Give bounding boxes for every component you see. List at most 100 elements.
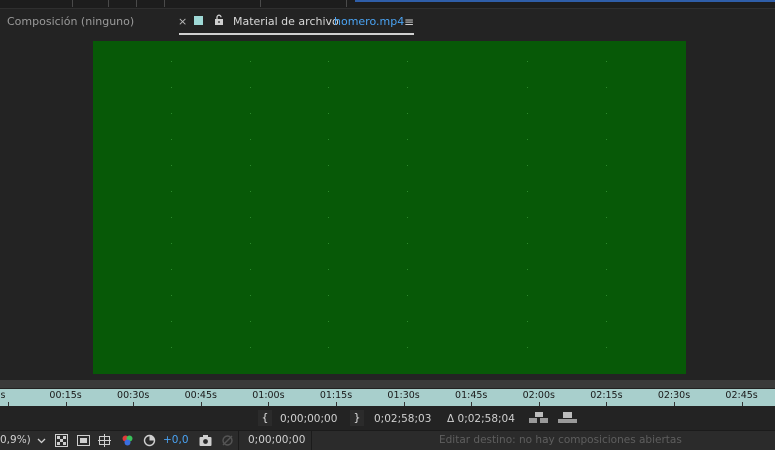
frame-noise-dot — [328, 321, 329, 322]
frame-noise-dot — [328, 217, 329, 218]
frame-noise-dot — [171, 295, 172, 296]
strip-divider — [260, 0, 261, 7]
frame-noise-dot — [328, 347, 329, 348]
frame-noise-dot — [250, 87, 251, 88]
frame-noise-dot — [527, 87, 528, 88]
strip-divider — [72, 0, 73, 7]
frame-noise-dot — [328, 61, 329, 62]
time-ruler[interactable]: s 00:15s 00:30s 00:45s 01:00s 01:15s 01:30s 01:… — [0, 388, 775, 406]
magnification-value[interactable]: 0,9%) — [0, 434, 31, 446]
frame-noise-dot — [606, 165, 607, 166]
color-channels-icon[interactable] — [121, 434, 134, 447]
viewer-bottom-toolbar: 0,9%) +0,0 0;00;00;00 Editar destino: no… — [0, 430, 775, 450]
footage-file-dropdown[interactable]: homero.mp4 — [334, 15, 404, 28]
duration-time: Δ 0;02;58;04 — [447, 413, 515, 425]
safe-areas-icon[interactable] — [98, 434, 111, 447]
frame-noise-dot — [527, 61, 528, 62]
frame-noise-dot — [171, 217, 172, 218]
frame-noise-dot — [250, 113, 251, 114]
frame-noise-dot — [407, 243, 408, 244]
current-time-value[interactable]: 0;00;00;00 — [248, 434, 305, 446]
ruler-tick-label: 00:45s — [184, 390, 217, 401]
strip-divider — [346, 0, 347, 7]
ruler-tick-label: 02:30s — [657, 390, 691, 401]
reset-exposure-icon[interactable] — [143, 434, 156, 447]
frame-noise-dot — [606, 269, 607, 270]
frame-noise-dot — [250, 243, 251, 244]
ruler-tick-label: 02:45s — [725, 390, 758, 401]
tab-composition[interactable]: Composición (ninguno) — [7, 15, 134, 28]
panel-focus-accent — [355, 0, 775, 2]
footage-frame[interactable] — [93, 41, 686, 374]
ruler-tick-label: 00:15s — [49, 390, 82, 401]
frame-noise-dot — [328, 243, 329, 244]
frame-noise-dot — [171, 321, 172, 322]
edit-target-status: Editar destino: no hay composiciones abi… — [439, 434, 682, 446]
frame-noise-dot — [407, 87, 408, 88]
frame-noise-dot — [407, 321, 408, 322]
label-color-swatch[interactable] — [194, 16, 203, 25]
frame-noise-dot — [171, 113, 172, 114]
frame-noise-dot — [250, 139, 251, 140]
show-snapshot-icon[interactable] — [221, 434, 234, 447]
strip-divider — [136, 0, 137, 7]
out-point-bracket-icon[interactable]: } — [350, 410, 364, 426]
in-point-time[interactable]: 0;00;00;00 — [280, 413, 337, 425]
frame-noise-dot — [407, 139, 408, 140]
zoom-dropdown-icon[interactable] — [35, 434, 48, 447]
frame-noise-dot — [527, 347, 528, 348]
frame-noise-dot — [407, 191, 408, 192]
frame-noise-dot — [527, 321, 528, 322]
footage-viewer — [0, 35, 775, 380]
top-panel-strip — [0, 0, 775, 9]
frame-noise-dot — [407, 269, 408, 270]
ruler-tick-label: 01:00s — [252, 390, 285, 401]
frame-noise-dot — [527, 217, 528, 218]
ruler-tick-label: s — [0, 390, 6, 401]
frame-noise-dot — [328, 139, 329, 140]
frame-noise-dot — [250, 191, 251, 192]
frame-noise-dot — [171, 191, 172, 192]
panel-tab-bar: Composición (ninguno) × Material de arch… — [0, 9, 775, 35]
frame-noise-dot — [527, 139, 528, 140]
frame-noise-dot — [606, 87, 607, 88]
close-icon[interactable]: × — [178, 15, 187, 28]
exposure-value[interactable]: +0,0 — [163, 434, 189, 446]
overlay-edit-icon[interactable] — [557, 411, 579, 425]
frame-noise-dot — [171, 61, 172, 62]
frame-noise-dot — [407, 113, 408, 114]
footage-time-controls: { 0;00;00;00 } 0;02;58;03 Δ 0;02;58;04 — [0, 406, 775, 430]
frame-noise-dot — [606, 243, 607, 244]
frame-noise-dot — [606, 113, 607, 114]
frame-noise-dot — [527, 165, 528, 166]
frame-noise-dot — [606, 217, 607, 218]
transparency-grid-icon[interactable] — [55, 434, 68, 447]
frame-noise-dot — [407, 61, 408, 62]
frame-noise-dot — [606, 321, 607, 322]
time-navigator-bar[interactable] — [0, 380, 775, 388]
frame-noise-dot — [407, 217, 408, 218]
frame-noise-dot — [407, 347, 408, 348]
frame-noise-dot — [171, 269, 172, 270]
ruler-tick-label: 00:30s — [117, 390, 150, 401]
current-time-field[interactable]: 0;00;00;00 — [238, 431, 312, 450]
frame-noise-dot — [606, 347, 607, 348]
tab-footage-label[interactable]: Material de archivo — [233, 15, 339, 28]
ripple-insert-icon[interactable] — [528, 411, 550, 425]
panel-menu-icon[interactable]: ≡ — [404, 15, 414, 29]
frame-noise-dot — [171, 165, 172, 166]
snapshot-icon[interactable] — [199, 434, 212, 447]
mask-icon[interactable] — [77, 434, 90, 447]
frame-noise-dot — [250, 61, 251, 62]
ruler-tick-label: 01:15s — [319, 390, 353, 401]
lock-icon[interactable] — [213, 14, 225, 26]
in-point-bracket-icon[interactable]: { — [258, 410, 272, 426]
frame-noise-dot — [250, 269, 251, 270]
frame-noise-dot — [328, 87, 329, 88]
frame-noise-dot — [250, 217, 251, 218]
frame-noise-dot — [328, 165, 329, 166]
frame-noise-dot — [527, 243, 528, 244]
frame-noise-dot — [250, 347, 251, 348]
frame-noise-dot — [250, 165, 251, 166]
out-point-time[interactable]: 0;02;58;03 — [374, 413, 431, 425]
